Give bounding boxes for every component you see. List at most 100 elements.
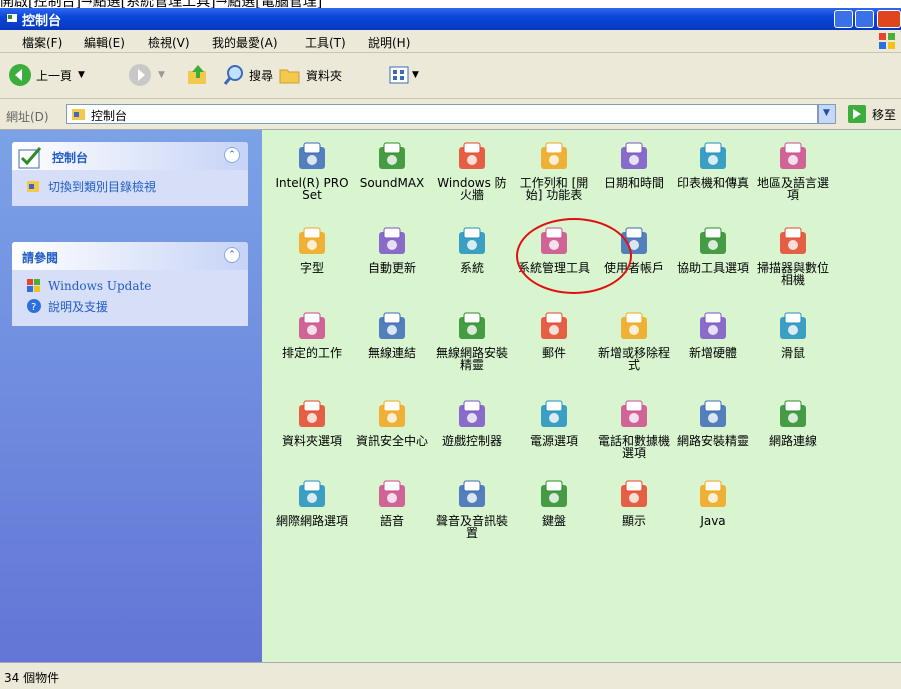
control-panel-item[interactable]: 印表機和傳真: [673, 139, 753, 189]
windows-update-link[interactable]: Windows Update: [26, 276, 240, 296]
control-panel-item[interactable]: 掃描器與數位相機: [753, 224, 833, 286]
control-panel-item[interactable]: 排定的工作: [272, 309, 352, 359]
close-button[interactable]: [877, 10, 901, 28]
menu-view[interactable]: 檢視(V): [148, 34, 190, 51]
control-panel-item[interactable]: 語音: [352, 477, 432, 527]
control-panel-item[interactable]: 無線網路安裝精靈: [432, 309, 512, 371]
folders-button[interactable]: 資料夾: [278, 61, 342, 89]
control-panel-item[interactable]: 地區及語言選項: [753, 139, 833, 201]
forward-button[interactable]: ▼: [128, 61, 165, 89]
applet-icon: [379, 142, 405, 169]
applet-label: 電源選項: [529, 434, 578, 448]
control-panel-item[interactable]: 滑鼠: [753, 309, 833, 359]
control-panel-item[interactable]: 系統: [432, 224, 512, 274]
menu-edit[interactable]: 編輯(E): [84, 34, 125, 51]
control-panel-item[interactable]: 資訊安全中心: [352, 397, 432, 447]
control-panel-item[interactable]: 字型: [272, 224, 352, 274]
back-button[interactable]: 上一頁 ▼: [8, 61, 85, 89]
applet-icon: [780, 312, 806, 339]
applet-label: 地區及語言選項: [756, 176, 829, 202]
control-panel-item[interactable]: 聲音及音訊裝置: [432, 477, 512, 539]
control-panel-item[interactable]: 電源選項: [514, 397, 594, 447]
control-panel-item[interactable]: SoundMAX: [352, 139, 432, 189]
applet-icon: [379, 227, 405, 254]
control-panel-item[interactable]: 新增或移除程式: [594, 309, 674, 371]
control-panel-item[interactable]: 新增硬體: [673, 309, 753, 359]
applet-label: 無線網路安裝精靈: [435, 346, 508, 372]
control-panel-item[interactable]: Intel(R) PROSet: [272, 139, 352, 201]
control-panel-item[interactable]: 鍵盤: [514, 477, 594, 527]
applet-label: 掃描器與數位相機: [756, 261, 829, 287]
control-panel-item[interactable]: 網路安裝精靈: [673, 397, 753, 447]
toolbar: 上一頁 ▼ ▼ 搜尋 資料夾 ▼: [0, 53, 901, 99]
applet-label: Java: [700, 514, 726, 528]
control-panel-item[interactable]: 郵件: [514, 309, 594, 359]
task-pane: 控制台 ⌃ 切換到類別目錄檢視 請參閱 ⌃ Windows Update ? 說…: [0, 130, 262, 662]
help-support-link[interactable]: ? 說明及支援: [26, 296, 240, 316]
menu-help[interactable]: 說明(H): [368, 34, 410, 51]
switch-category-view-link[interactable]: 切換到類別目錄檢視: [26, 176, 240, 196]
applet-label: 排定的工作: [281, 346, 342, 360]
address-value: 控制台: [91, 109, 128, 123]
control-panel-small-icon: [72, 109, 85, 120]
help-support-label: 說明及支援: [48, 299, 109, 314]
applet-icon: [621, 142, 647, 169]
applet-label: 網際網路選項: [275, 514, 348, 528]
up-folder-icon: [188, 65, 206, 84]
minimize-button[interactable]: [834, 10, 853, 28]
menu-bar: 檔案(F) 編輯(E) 檢視(V) 我的最愛(A) 工具(T) 說明(H): [0, 30, 901, 53]
control-panel-item[interactable]: 顯示: [594, 477, 674, 527]
applet-icon: [299, 480, 325, 507]
applet-label: 語音: [379, 514, 404, 528]
menu-file[interactable]: 檔案(F): [22, 34, 62, 51]
control-panel-item[interactable]: 遊戲控制器: [432, 397, 512, 447]
applet-icon: [700, 480, 726, 507]
forward-dropdown-icon[interactable]: ▼: [158, 70, 165, 80]
control-panel-panel-title: 控制台: [52, 151, 89, 165]
collapse-icon[interactable]: ⌃: [224, 247, 240, 263]
windows-logo-icon: [879, 33, 895, 49]
views-button[interactable]: ▼: [388, 61, 419, 89]
applet-label: 自動更新: [367, 261, 416, 275]
applet-label: 網路連線: [768, 434, 817, 448]
control-panel-item[interactable]: 日期和時間: [594, 139, 674, 189]
maximize-button[interactable]: [855, 10, 874, 28]
collapse-icon[interactable]: ⌃: [224, 147, 240, 163]
control-panel-item[interactable]: 無線連結: [352, 309, 432, 359]
control-panel-item[interactable]: Windows 防火牆: [432, 139, 512, 201]
svg-text:?: ?: [31, 302, 36, 313]
folders-label: 資料夾: [306, 68, 343, 83]
control-panel-item[interactable]: 網路連線: [753, 397, 833, 447]
control-panel-item[interactable]: 工作列和 [開始] 功能表: [514, 139, 594, 201]
control-panel-item[interactable]: Java: [673, 477, 753, 527]
control-panel-item[interactable]: 電話和數據機選項: [594, 397, 674, 459]
applet-icon: [459, 312, 485, 339]
search-button[interactable]: 搜尋: [222, 61, 273, 89]
control-panel-item[interactable]: 自動更新: [352, 224, 432, 274]
applet-icon: [700, 227, 726, 254]
applet-label: 新增硬體: [688, 346, 737, 360]
folders-icon: [279, 69, 300, 84]
menu-tools[interactable]: 工具(T): [305, 34, 346, 51]
applet-icon: [621, 312, 647, 339]
control-panel-item[interactable]: 資料夾選項: [272, 397, 352, 447]
address-dropdown-button[interactable]: ▼: [818, 104, 836, 124]
see-also-panel-header[interactable]: 請參閱 ⌃: [12, 242, 248, 270]
caption-text: 開啟[控制台]→點選[系統管理工具]→點選[電腦管理]: [0, 0, 323, 8]
applet-label: 印表機和傳真: [676, 176, 749, 190]
go-button[interactable]: 移至: [848, 105, 896, 123]
address-field[interactable]: 控制台: [66, 104, 818, 124]
up-folder-button[interactable]: [186, 61, 210, 89]
control-panel-item[interactable]: 協助工具選項: [673, 224, 753, 274]
back-dropdown-icon[interactable]: ▼: [78, 70, 85, 80]
control-panel-panel-header[interactable]: 控制台 ⌃: [12, 142, 248, 170]
window-titlebar[interactable]: 控制台: [0, 8, 901, 30]
control-panel-item[interactable]: 網際網路選項: [272, 477, 352, 527]
applet-label: 鍵盤: [541, 514, 566, 528]
menu-favorites[interactable]: 我的最愛(A): [212, 34, 278, 51]
search-icon: [223, 65, 243, 85]
applet-label: 資料夾選項: [281, 434, 342, 448]
applet-label: 日期和時間: [603, 176, 664, 190]
views-dropdown-icon[interactable]: ▼: [412, 70, 419, 80]
go-label: 移至: [872, 107, 897, 122]
